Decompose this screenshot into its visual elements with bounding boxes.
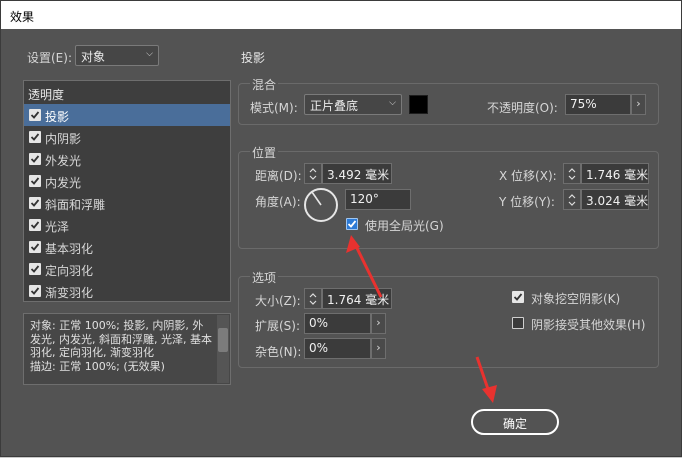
settings-dropdown[interactable]: 对象 ⌵	[75, 45, 159, 66]
distance-stepper[interactable]	[304, 163, 322, 184]
opacity-value: 75%	[570, 97, 597, 111]
noise-label: 杂色(N):	[255, 345, 302, 359]
opacity-popup-button[interactable]: ›	[631, 94, 646, 115]
noise-popup-button[interactable]: ›	[371, 338, 386, 359]
checkbox[interactable]	[29, 285, 41, 297]
distance-label: 距离(D):	[255, 169, 302, 183]
opacity-label: 不透明度(O):	[487, 101, 558, 115]
other-effects-label: 阴影接受其他效果(H)	[531, 318, 646, 332]
spread-value: 0%	[309, 316, 329, 330]
list-item-label: 渐变羽化	[45, 286, 94, 300]
settings-label: 设置(E):	[27, 51, 72, 65]
opacity-field[interactable]: 75%	[565, 94, 631, 115]
distance-field[interactable]: 3.492 毫米	[322, 163, 392, 184]
noise-field[interactable]: 0%	[304, 338, 371, 359]
checkbox[interactable]	[29, 241, 41, 253]
list-item-inner-shadow[interactable]: 内阴影	[24, 126, 230, 148]
ok-button[interactable]: 确定	[471, 409, 559, 435]
position-title: 位置	[250, 144, 279, 161]
list-item-bevel-emboss[interactable]: 斜面和浮雕	[24, 192, 230, 214]
y-offset-value: 3.024 毫米	[586, 194, 649, 208]
global-light-label: 使用全局光(G)	[365, 219, 444, 233]
effects-dialog: 效果 设置(E): 对象 ⌵ 透明度 投影 内阴影 外发光 内发光 斜面和浮雕	[0, 0, 682, 457]
blend-mode-value: 正片叠底	[310, 99, 359, 113]
mode-label: 模式(M):	[250, 101, 298, 115]
title-bar: 效果	[1, 1, 681, 29]
blend-mode-dropdown[interactable]: 正片叠底 ⌵	[304, 94, 402, 115]
list-header: 透明度	[28, 88, 65, 102]
size-stepper[interactable]	[304, 288, 322, 309]
panel-title: 投影	[241, 51, 266, 65]
list-item-label: 内阴影	[45, 132, 82, 146]
angle-field[interactable]: 120°	[345, 189, 411, 210]
spread-field[interactable]: 0%	[304, 313, 371, 334]
chevron-right-icon: ›	[636, 97, 641, 110]
chevron-right-icon: ›	[376, 341, 381, 354]
list-item-gradient-feather[interactable]: 渐变羽化	[24, 280, 230, 302]
list-item-outer-glow[interactable]: 外发光	[24, 148, 230, 170]
knockout-label: 对象挖空阴影(K)	[531, 292, 621, 306]
size-field[interactable]: 1.764 毫米	[322, 288, 392, 309]
angle-dial[interactable]	[304, 188, 338, 222]
shadow-color-swatch[interactable]	[409, 95, 428, 114]
chevron-down-icon: ⌵	[146, 49, 153, 59]
list-item-inner-glow[interactable]: 内发光	[24, 170, 230, 192]
chevron-down-icon: ⌵	[389, 98, 396, 108]
size-value: 1.764 毫米	[327, 293, 390, 307]
other-effects-checkbox[interactable]	[512, 317, 524, 329]
list-item-label: 投影	[45, 110, 70, 124]
list-item-label: 基本羽化	[45, 242, 94, 256]
chevron-right-icon: ›	[376, 316, 381, 329]
blend-title: 混合	[250, 76, 279, 93]
size-label: 大小(Z):	[255, 294, 301, 308]
list-item-label: 光泽	[45, 220, 70, 234]
list-item-label: 外发光	[45, 154, 82, 168]
summary-text: 对象: 正常 100%; 投影, 内阴影, 外发光, 内发光, 斜面和浮雕, 光…	[30, 319, 212, 373]
global-light-checkbox[interactable]	[346, 218, 358, 230]
y-offset-label: Y 位移(Y):	[499, 195, 555, 209]
list-item-basic-feather[interactable]: 基本羽化	[24, 236, 230, 258]
checkbox[interactable]	[29, 109, 41, 121]
checkbox[interactable]	[29, 131, 41, 143]
effects-list: 透明度 投影 内阴影 外发光 内发光 斜面和浮雕 光泽 基本羽化 定向羽化 渐变…	[23, 80, 231, 302]
y-offset-field[interactable]: 3.024 毫米	[581, 189, 649, 210]
list-item-label: 定向羽化	[45, 264, 94, 278]
spread-popup-button[interactable]: ›	[371, 313, 386, 334]
x-offset-field[interactable]: 1.746 毫米	[581, 163, 649, 184]
spread-label: 扩展(S):	[255, 319, 301, 333]
noise-value: 0%	[309, 341, 329, 355]
list-item-label: 内发光	[45, 176, 82, 190]
checkbox[interactable]	[29, 153, 41, 165]
y-offset-stepper[interactable]	[563, 189, 581, 210]
effects-summary: 对象: 正常 100%; 投影, 内阴影, 外发光, 内发光, 斜面和浮雕, 光…	[23, 313, 231, 385]
checkbox[interactable]	[29, 219, 41, 231]
distance-value: 3.492 毫米	[327, 168, 390, 182]
x-offset-value: 1.746 毫米	[586, 168, 649, 182]
options-title: 选项	[250, 269, 279, 286]
list-item-drop-shadow[interactable]: 投影	[24, 104, 230, 126]
x-offset-label: X 位移(X):	[499, 169, 557, 183]
window-title: 效果	[10, 10, 35, 24]
x-offset-stepper[interactable]	[563, 163, 581, 184]
angle-label: 角度(A):	[255, 195, 301, 209]
checkbox[interactable]	[29, 175, 41, 187]
checkbox[interactable]	[29, 197, 41, 209]
list-item-label: 斜面和浮雕	[45, 198, 106, 212]
ok-button-label: 确定	[503, 417, 528, 431]
checkbox[interactable]	[29, 263, 41, 275]
list-item-directional-feather[interactable]: 定向羽化	[24, 258, 230, 280]
scrollbar-thumb[interactable]	[218, 328, 228, 352]
angle-value: 120°	[350, 192, 379, 206]
list-item-satin[interactable]: 光泽	[24, 214, 230, 236]
knockout-checkbox[interactable]	[512, 291, 524, 303]
settings-value: 对象	[81, 50, 106, 64]
